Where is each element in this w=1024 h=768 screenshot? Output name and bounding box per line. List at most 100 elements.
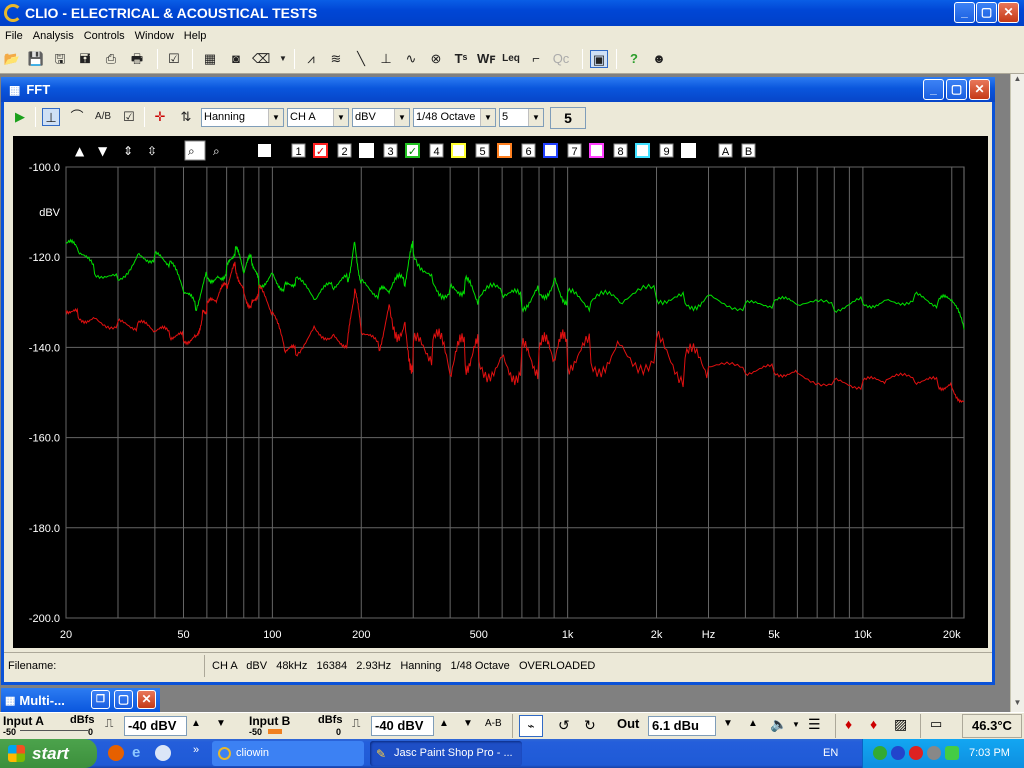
menu-window[interactable]: Window bbox=[130, 30, 179, 42]
curve-6-checkbox[interactable] bbox=[543, 143, 558, 158]
zoom-out-icon[interactable]: ⌕ bbox=[213, 144, 220, 158]
zoom-y-up-icon[interactable]: ▲ bbox=[75, 144, 85, 158]
generator-icon[interactable]: ⌁ bbox=[519, 715, 543, 737]
qc-icon[interactable]: Qc bbox=[552, 50, 570, 68]
firefox-icon[interactable] bbox=[108, 745, 124, 761]
speaker-dropdown-icon[interactable]: ▼ bbox=[792, 720, 800, 729]
menu-analysis[interactable]: Analysis bbox=[28, 30, 79, 42]
tray-icon-4[interactable] bbox=[927, 746, 941, 760]
check-settings-icon[interactable]: ☑ bbox=[120, 108, 138, 126]
averages-select[interactable]: 5 ▼ bbox=[499, 108, 544, 127]
media-player-icon[interactable] bbox=[155, 745, 171, 761]
ts-icon[interactable]: Tˢ bbox=[452, 50, 470, 68]
speaker-icon[interactable]: 🔈 bbox=[770, 716, 787, 733]
sweep-icon[interactable]: ∿ bbox=[402, 50, 420, 68]
curve-9-checkbox[interactable] bbox=[681, 143, 696, 158]
a-minus-b-button[interactable]: A-B bbox=[485, 718, 502, 729]
minimize-button[interactable]: _ bbox=[954, 2, 975, 23]
tray-icon-3[interactable] bbox=[909, 746, 923, 760]
sinusoidal-icon[interactable]: ╲ bbox=[352, 50, 370, 68]
ie-icon[interactable]: e bbox=[132, 744, 140, 761]
leq-icon[interactable]: Leq bbox=[502, 50, 520, 68]
save-as-icon[interactable]: 🖫 bbox=[51, 50, 69, 68]
compress-y-icon[interactable]: ⇳ bbox=[147, 144, 157, 158]
smoothing-select[interactable]: 1/48 Octave ▼ bbox=[413, 108, 496, 127]
export-icon[interactable]: 🖬 bbox=[76, 50, 94, 68]
ab-icon[interactable]: A/B bbox=[94, 108, 112, 126]
calibration-icon[interactable]: ▨ bbox=[894, 716, 907, 733]
menu-controls[interactable]: Controls bbox=[79, 30, 130, 42]
scroll-up-icon[interactable]: ▲ bbox=[1011, 74, 1024, 88]
about-icon[interactable]: ☻ bbox=[650, 50, 668, 68]
hardware-icon[interactable]: ▭ bbox=[930, 716, 942, 732]
fft-minimize-button[interactable]: _ bbox=[923, 79, 944, 100]
window-select[interactable]: Hanning ▼ bbox=[201, 108, 284, 127]
menu-file[interactable]: File bbox=[0, 30, 28, 42]
eraser-icon[interactable]: ⌫ bbox=[252, 50, 270, 68]
chevron-down-icon[interactable]: ▼ bbox=[274, 50, 292, 68]
film-icon[interactable]: ▦ bbox=[201, 50, 219, 68]
menu-help[interactable]: Help bbox=[179, 30, 212, 42]
waterfall-icon[interactable]: ⊗ bbox=[427, 50, 445, 68]
fft-maximize-button[interactable]: ▢ bbox=[946, 79, 967, 100]
maximize-button[interactable]: ▢ bbox=[976, 2, 997, 23]
open-icon[interactable]: 📂 bbox=[3, 50, 21, 68]
help-icon[interactable]: ? bbox=[625, 50, 643, 68]
camera-icon[interactable]: ◙ bbox=[227, 50, 245, 68]
expand-y-icon[interactable]: ⇕ bbox=[123, 144, 133, 158]
loop-right-icon[interactable]: ↻ bbox=[584, 717, 596, 734]
save-icon[interactable]: 💾 bbox=[27, 50, 45, 68]
scroll-down-icon[interactable]: ▼ bbox=[1011, 698, 1024, 712]
task-paintshop[interactable]: Jasc Paint Shop Pro - ... bbox=[370, 741, 522, 766]
input-b-value[interactable]: -40 dBV bbox=[371, 716, 434, 736]
vertical-scrollbar[interactable]: ▲ ▼ bbox=[1010, 74, 1024, 712]
curve-2-checkbox[interactable] bbox=[359, 143, 374, 158]
tray-icon-1[interactable] bbox=[873, 746, 887, 760]
monitor-icon[interactable]: ▣ bbox=[590, 50, 608, 68]
out-value[interactable]: 6.1 dBu bbox=[648, 716, 716, 736]
input-b-mode-icon[interactable]: ⎍ bbox=[352, 716, 360, 731]
loop-left-icon[interactable]: ↺ bbox=[558, 717, 570, 734]
input-a-value[interactable]: -40 dBV bbox=[124, 716, 187, 736]
unit-select[interactable]: dBV ▼ bbox=[352, 108, 410, 127]
steps-icon[interactable]: ⌐ bbox=[527, 50, 545, 68]
phantom-b-icon[interactable]: ♦ bbox=[870, 716, 877, 732]
align-icon[interactable]: ⇅ bbox=[177, 108, 195, 126]
task-cliowin[interactable]: cliowin bbox=[212, 741, 364, 766]
mini-maximize-button[interactable]: ▢ bbox=[114, 690, 133, 709]
waveform-icon[interactable]: ⌒ bbox=[68, 108, 86, 126]
out-down-icon[interactable]: ▼ bbox=[723, 718, 733, 729]
checklist-icon[interactable]: ☑ bbox=[165, 50, 183, 68]
curve-5-checkbox[interactable] bbox=[497, 143, 512, 158]
fft-close-button[interactable]: ✕ bbox=[969, 79, 990, 100]
curve-8-checkbox[interactable] bbox=[635, 143, 650, 158]
mute-lines-icon[interactable]: ☰ bbox=[808, 716, 821, 733]
mls-icon[interactable]: ≋ bbox=[327, 50, 345, 68]
curve-4-checkbox[interactable] bbox=[451, 143, 466, 158]
tray-icon-5[interactable] bbox=[945, 746, 959, 760]
print-setup-icon[interactable]: ⎙ bbox=[102, 50, 120, 68]
quicklaunch-more-icon[interactable]: » bbox=[193, 744, 199, 756]
play-icon[interactable]: ▶ bbox=[11, 108, 29, 126]
input-b-down-icon[interactable]: ▼ bbox=[463, 718, 473, 729]
channel-select[interactable]: CH A ▼ bbox=[287, 108, 349, 127]
zoom-y-down-icon[interactable]: ▼ bbox=[98, 144, 108, 158]
tray-icon-2[interactable] bbox=[891, 746, 905, 760]
multimeter-icon[interactable]: ⩘ bbox=[302, 50, 320, 68]
print-icon[interactable]: 🖶 bbox=[128, 50, 146, 68]
wf-icon[interactable]: Wꜰ bbox=[477, 50, 496, 68]
curve-color-swatch-current[interactable] bbox=[258, 144, 271, 157]
input-a-up-icon[interactable]: ▲ bbox=[191, 718, 201, 729]
out-up-icon[interactable]: ▲ bbox=[748, 718, 758, 729]
minimized-window[interactable]: ▦ Multi-... ❐ ▢ ✕ bbox=[1, 688, 160, 712]
mini-close-button[interactable]: ✕ bbox=[137, 690, 156, 709]
restore-button[interactable]: ❐ bbox=[91, 690, 110, 709]
crosshair-icon[interactable]: ✛ bbox=[151, 108, 169, 126]
fft-icon[interactable]: ⊥ bbox=[377, 50, 395, 68]
phantom-a-icon[interactable]: ♦ bbox=[845, 716, 852, 732]
spectrum-icon[interactable]: ⊥ bbox=[42, 108, 60, 126]
input-a-down-icon[interactable]: ▼ bbox=[216, 718, 226, 729]
close-button[interactable]: ✕ bbox=[998, 2, 1019, 23]
input-a-mode-icon[interactable]: ⎍ bbox=[105, 716, 113, 731]
input-b-up-icon[interactable]: ▲ bbox=[439, 718, 449, 729]
